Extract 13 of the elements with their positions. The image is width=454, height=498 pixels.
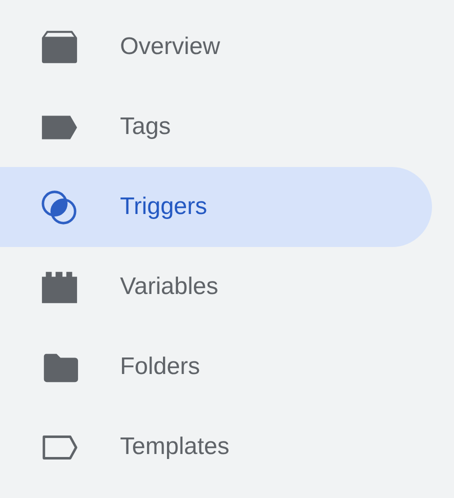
- nav-item[interactable]: Variables: [0, 247, 432, 327]
- nav-label: Templates: [120, 433, 230, 461]
- nav-label: Tags: [120, 113, 171, 141]
- nav-item[interactable]: Templates: [0, 407, 432, 487]
- nav-label: Folders: [120, 353, 200, 381]
- nav-label: Variables: [120, 273, 218, 301]
- nav-label: Overview: [120, 33, 220, 61]
- circles-icon: [40, 188, 79, 226]
- nav-item[interactable]: Overview: [0, 7, 432, 87]
- nav-item[interactable]: Folders: [0, 327, 432, 407]
- nav-item[interactable]: Tags: [0, 87, 432, 167]
- nav-label: Triggers: [120, 193, 208, 221]
- nav-item[interactable]: Triggers: [0, 167, 432, 247]
